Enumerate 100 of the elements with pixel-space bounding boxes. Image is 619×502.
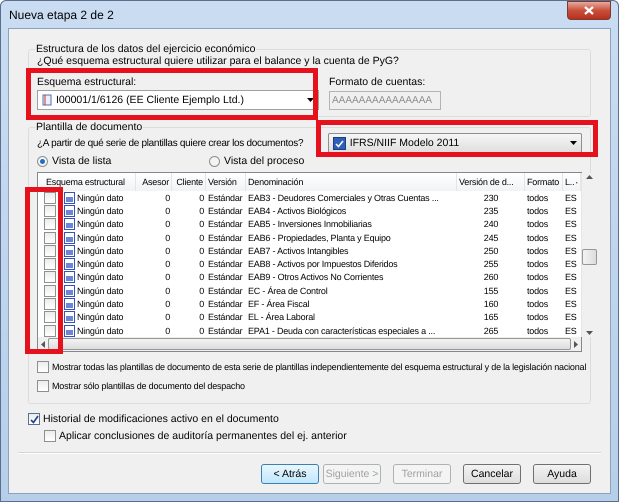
table-cell-text: EAB6 - Propiedades, Planta y Equipo bbox=[247, 232, 392, 244]
scroll-right-icon[interactable] bbox=[574, 340, 578, 348]
table-cell-text: ES bbox=[564, 204, 578, 217]
close-button[interactable] bbox=[567, 1, 611, 20]
table-cell-text: EC - Área de Control bbox=[247, 284, 329, 297]
table-cell-text: 0 bbox=[198, 192, 205, 204]
row-checkbox[interactable] bbox=[44, 192, 56, 204]
table-cell-text: 0 bbox=[164, 204, 171, 217]
book-icon bbox=[42, 94, 52, 106]
option-checkbox[interactable]: Aplicar conclusiones de auditoría permanentes del ej. anterior bbox=[44, 429, 591, 444]
close-icon bbox=[584, 6, 594, 15]
table-cell: Ningún dato bbox=[77, 311, 124, 324]
table-cell-text: todos bbox=[526, 204, 550, 217]
table-cell: Ningún dato bbox=[77, 244, 124, 257]
column-header[interactable]: Formato bbox=[525, 173, 563, 191]
column-header[interactable]: Cliente bbox=[172, 173, 206, 191]
wizard-button[interactable]: < Atrás bbox=[261, 464, 319, 484]
document-icon bbox=[64, 324, 75, 337]
row-checkbox[interactable] bbox=[44, 258, 56, 270]
table-cell-text: EAB4 - Activos Biológicos bbox=[247, 204, 348, 217]
table-cell-text: EL - Área Laboral bbox=[247, 311, 316, 324]
scheme-dropdown[interactable]: I00001/1/6126 (EE Cliente Ejemplo Ltd.) bbox=[37, 90, 319, 110]
table-cell-text: EF - Área Fiscal bbox=[247, 298, 310, 310]
scroll-down-icon[interactable] bbox=[586, 331, 593, 336]
scroll-left-icon[interactable] bbox=[41, 340, 45, 348]
column-header[interactable]: Denominación bbox=[246, 173, 457, 191]
row-checkbox[interactable] bbox=[44, 284, 56, 297]
table-cell-text: Estándar bbox=[207, 284, 244, 297]
option-checkbox[interactable]: Mostrar sólo plantillas de documento del despacho bbox=[37, 379, 582, 394]
table-cell-text: ES bbox=[564, 232, 578, 244]
column-header[interactable]: Versión bbox=[206, 173, 246, 191]
table-cell-text: 260 bbox=[482, 271, 500, 284]
horizontal-scrollbar[interactable] bbox=[38, 337, 581, 352]
view-radio[interactable]: Vista del proceso bbox=[209, 155, 304, 167]
column-header[interactable]: Versión de d... bbox=[457, 173, 525, 191]
table-cell-text: Estándar bbox=[207, 192, 244, 204]
table-cell-text: EPA1 - Deuda con características especiales a ... bbox=[247, 324, 436, 337]
table-cell-text: 265 bbox=[482, 324, 500, 337]
document-icon bbox=[64, 232, 75, 244]
row-checkbox[interactable] bbox=[44, 311, 56, 324]
table-cell-text: 0 bbox=[198, 324, 205, 337]
table-cell: Ningún dato bbox=[77, 192, 124, 204]
table-cell-text: 0 bbox=[198, 258, 205, 270]
checkmark-icon bbox=[30, 414, 38, 424]
scroll-thumb[interactable] bbox=[48, 338, 571, 350]
document-icon bbox=[64, 192, 75, 204]
table-cell-text: EAB7 - Activos Intangibles bbox=[247, 244, 350, 257]
table-cell-text: todos bbox=[526, 298, 550, 310]
window-title: Nueva etapa 2 de 2 bbox=[8, 8, 114, 22]
row-checkbox[interactable] bbox=[44, 204, 56, 217]
table-cell-text: todos bbox=[526, 218, 550, 230]
field-label: Formato de cuentas: bbox=[329, 76, 426, 89]
table-cell-text: todos bbox=[526, 244, 550, 257]
row-checkbox[interactable] bbox=[44, 298, 56, 310]
table-cell-text: ES bbox=[564, 284, 578, 297]
table-cell-text: Estándar bbox=[207, 218, 244, 230]
table-cell-text: 155 bbox=[482, 284, 500, 297]
table-cell-text: ES bbox=[564, 324, 578, 337]
table-cell-text: ES bbox=[564, 258, 578, 270]
table-cell: Ningún dato bbox=[77, 232, 124, 244]
table-cell-text: 0 bbox=[164, 258, 171, 270]
table-cell-text: EAB9 - Otros Activos No Corrientes bbox=[247, 271, 384, 284]
document-icon bbox=[64, 298, 75, 310]
table-cell: Ningún dato bbox=[77, 298, 124, 310]
row-checkbox[interactable] bbox=[44, 324, 56, 337]
scheme-value: I00001/1/6126 (EE Cliente Ejemplo Ltd.) bbox=[56, 94, 245, 106]
template-series-dropdown[interactable]: IFRS/NIIF Modelo 2011 bbox=[328, 133, 582, 153]
column-header[interactable]: Asesor bbox=[136, 173, 172, 191]
table-cell-text: EAB8 - Activos por Impuestos Diferidos bbox=[247, 258, 398, 270]
table-cell-text: 0 bbox=[164, 324, 171, 337]
table-cell-text: 0 bbox=[164, 311, 171, 324]
row-checkbox[interactable] bbox=[44, 271, 56, 284]
table-cell-text: 0 bbox=[164, 232, 171, 244]
wizard-button[interactable]: Cancelar bbox=[463, 464, 521, 484]
column-header[interactable]: L.. bbox=[563, 173, 581, 191]
table-cell: Ningún dato bbox=[77, 204, 124, 217]
scroll-thumb[interactable] bbox=[582, 249, 597, 265]
row-checkbox[interactable] bbox=[44, 232, 56, 244]
document-check-icon bbox=[332, 136, 346, 150]
table-cell-text: Estándar bbox=[207, 204, 244, 217]
wizard-button[interactable]: Ayuda bbox=[533, 464, 591, 484]
table-cell-text: EAB5 - Inversiones Inmobiliarias bbox=[247, 218, 373, 230]
table-cell-text: 245 bbox=[482, 232, 500, 244]
option-checkbox[interactable]: Historial de modificaciones activo en el documento bbox=[28, 412, 591, 426]
document-icon bbox=[64, 311, 75, 324]
row-checkbox[interactable] bbox=[44, 244, 56, 257]
table-cell-text: todos bbox=[526, 232, 550, 244]
scroll-up-icon[interactable] bbox=[586, 175, 593, 179]
column-header[interactable]: Esquema estructural bbox=[38, 173, 136, 191]
view-radio[interactable]: Vista de lista bbox=[37, 155, 209, 167]
table-cell-text: Estándar bbox=[207, 298, 244, 310]
table-cell-text: 0 bbox=[198, 284, 205, 297]
table-cell-text: 0 bbox=[164, 244, 171, 257]
question-text: ¿A partir de qué serie de plantillas quiere crear los documentos? bbox=[37, 136, 304, 150]
table-cell-text: 0 bbox=[198, 218, 205, 230]
template-series-value: IFRS/NIIF Modelo 2011 bbox=[350, 137, 460, 149]
table-cell-text: ES bbox=[564, 271, 578, 284]
table-cell-text: todos bbox=[526, 258, 550, 270]
row-checkbox[interactable] bbox=[44, 218, 56, 230]
table-cell-text: todos bbox=[526, 271, 550, 284]
